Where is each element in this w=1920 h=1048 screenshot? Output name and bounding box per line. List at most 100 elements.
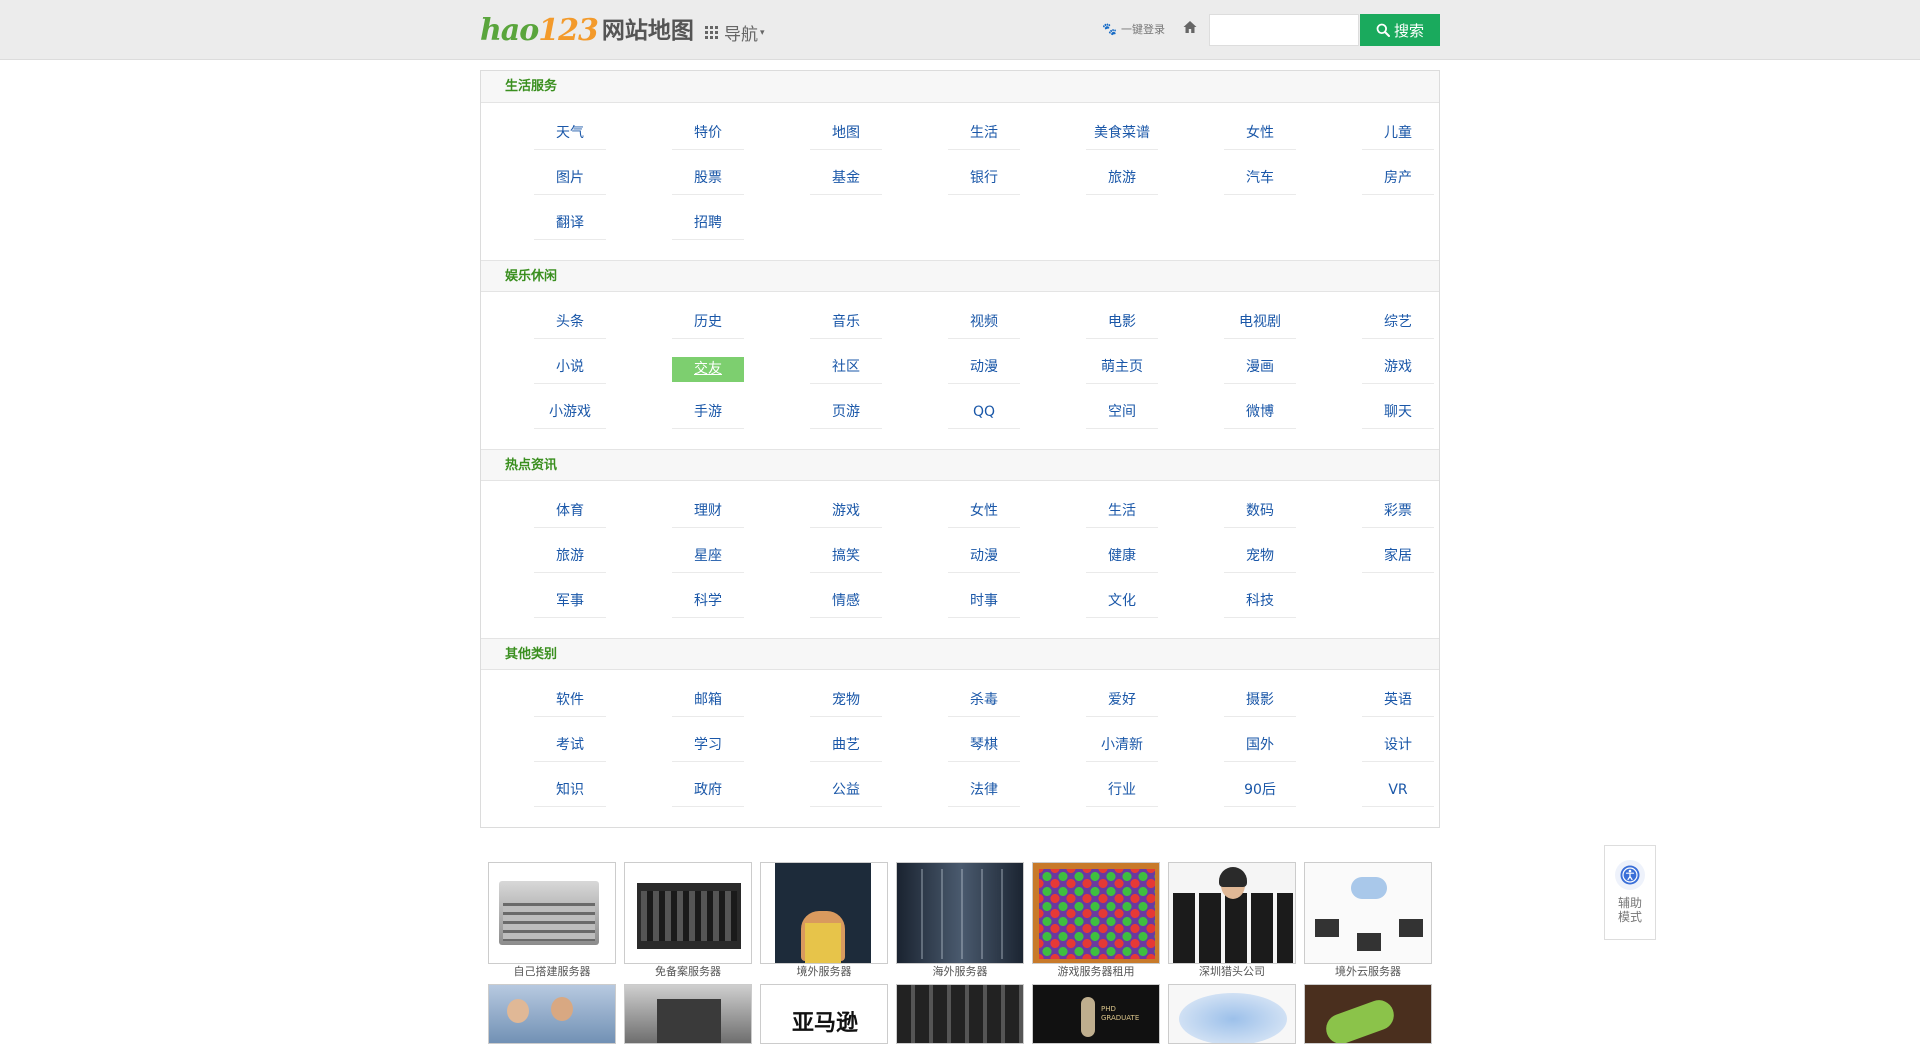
accessibility-mode-button[interactable]: 辅助模式 [1604,845,1656,940]
ad-item[interactable] [624,984,752,1044]
ad-item[interactable]: 深圳猎头公司 [1168,862,1296,980]
ad-item[interactable]: 游戏服务器租用 [1032,862,1160,980]
ad-image[interactable] [488,862,616,964]
category-link[interactable]: 动漫 [948,544,1020,573]
category-link[interactable]: 军事 [534,589,606,618]
category-link[interactable]: 音乐 [810,310,882,339]
ad-image[interactable] [1032,862,1160,964]
category-link[interactable]: 旅游 [534,544,606,573]
category-link[interactable]: 法律 [948,778,1020,807]
category-link[interactable]: 生活 [948,121,1020,150]
category-link[interactable]: 体育 [534,499,606,528]
ad-image[interactable] [896,984,1024,1044]
category-link[interactable]: 女性 [1224,121,1296,150]
ad-caption[interactable]: 海外服务器 [896,964,1024,980]
ad-image[interactable] [1168,984,1296,1044]
ad-image[interactable] [1168,862,1296,964]
ad-caption[interactable]: 境外服务器 [760,964,888,980]
category-link[interactable]: 基金 [810,166,882,195]
category-link[interactable]: 国外 [1224,733,1296,762]
category-link[interactable]: 理财 [672,499,744,528]
category-link[interactable]: VR [1362,778,1434,807]
ad-item[interactable]: 海外服务器 [896,862,1024,980]
category-link[interactable]: 设计 [1362,733,1434,762]
ad-item[interactable]: 亚马逊 [760,984,888,1044]
category-link[interactable]: 小说 [534,355,606,384]
ad-caption[interactable]: 深圳猎头公司 [1168,964,1296,980]
category-link[interactable]: 电视剧 [1224,310,1296,339]
category-link[interactable]: 游戏 [1362,355,1434,384]
category-link[interactable]: 星座 [672,544,744,573]
ad-image[interactable] [760,862,888,964]
category-link[interactable]: 游戏 [810,499,882,528]
ad-image[interactable]: 亚马逊 [760,984,888,1044]
category-link[interactable]: 小游戏 [534,400,606,429]
category-link[interactable]: 政府 [672,778,744,807]
category-link[interactable]: 头条 [534,310,606,339]
category-link[interactable]: 儿童 [1362,121,1434,150]
category-link[interactable]: QQ [948,400,1020,429]
ad-image[interactable]: PHD GRADUATE [1032,984,1160,1044]
category-link[interactable]: 宠物 [1224,544,1296,573]
ad-image[interactable] [1304,862,1432,964]
category-link[interactable]: 美食菜谱 [1086,121,1158,150]
category-link[interactable]: 健康 [1086,544,1158,573]
category-link[interactable]: 时事 [948,589,1020,618]
category-link[interactable]: 翻译 [534,211,606,240]
category-link[interactable]: 聊天 [1362,400,1434,429]
category-link[interactable]: 琴棋 [948,733,1020,762]
ad-image[interactable] [624,862,752,964]
ad-item[interactable]: PHD GRADUATE [1032,984,1160,1044]
category-link[interactable]: 天气 [534,121,606,150]
category-link[interactable]: 综艺 [1362,310,1434,339]
category-link[interactable]: 历史 [672,310,744,339]
category-link[interactable]: 特价 [672,121,744,150]
ad-item[interactable]: 境外云服务器 [1304,862,1432,980]
category-link[interactable]: 情感 [810,589,882,618]
category-link[interactable]: 文化 [1086,589,1158,618]
category-link[interactable]: 空间 [1086,400,1158,429]
search-input[interactable] [1209,14,1359,46]
category-link[interactable]: 科技 [1224,589,1296,618]
ad-image[interactable] [1304,984,1432,1044]
category-link[interactable]: 英语 [1362,688,1434,717]
ad-item[interactable] [488,984,616,1044]
category-link[interactable]: 小清新 [1086,733,1158,762]
category-link[interactable]: 知识 [534,778,606,807]
ad-caption[interactable]: 境外云服务器 [1304,964,1432,980]
category-link[interactable]: 房产 [1362,166,1434,195]
category-link[interactable]: 女性 [948,499,1020,528]
category-link[interactable]: 电影 [1086,310,1158,339]
ad-image[interactable] [896,862,1024,964]
category-link[interactable]: 学习 [672,733,744,762]
ad-item[interactable] [1304,984,1432,1044]
ad-image[interactable] [624,984,752,1044]
home-icon[interactable] [1182,19,1198,35]
ad-item[interactable]: 免备案服务器 [624,862,752,980]
search-button[interactable]: 搜索 [1360,14,1440,46]
category-link[interactable]: 考试 [534,733,606,762]
nav-dropdown[interactable]: 导航 ▾ [705,20,765,45]
category-link[interactable]: 页游 [810,400,882,429]
category-link[interactable]: 爱好 [1086,688,1158,717]
ad-item[interactable] [1168,984,1296,1044]
category-link[interactable]: 微博 [1224,400,1296,429]
category-link[interactable]: 摄影 [1224,688,1296,717]
category-link[interactable]: 交友 [672,357,744,382]
category-link[interactable]: 软件 [534,688,606,717]
category-link[interactable]: 彩票 [1362,499,1434,528]
category-link[interactable]: 邮箱 [672,688,744,717]
category-link[interactable]: 手游 [672,400,744,429]
category-link[interactable]: 萌主页 [1086,355,1158,384]
category-link[interactable]: 汽车 [1224,166,1296,195]
ad-image[interactable] [488,984,616,1044]
category-link[interactable]: 曲艺 [810,733,882,762]
category-link[interactable]: 行业 [1086,778,1158,807]
ad-caption[interactable]: 自己搭建服务器 [488,964,616,980]
category-link[interactable]: 生活 [1086,499,1158,528]
category-link[interactable]: 科学 [672,589,744,618]
category-link[interactable]: 旅游 [1086,166,1158,195]
category-link[interactable]: 搞笑 [810,544,882,573]
ad-item[interactable] [896,984,1024,1044]
ad-caption[interactable]: 游戏服务器租用 [1032,964,1160,980]
